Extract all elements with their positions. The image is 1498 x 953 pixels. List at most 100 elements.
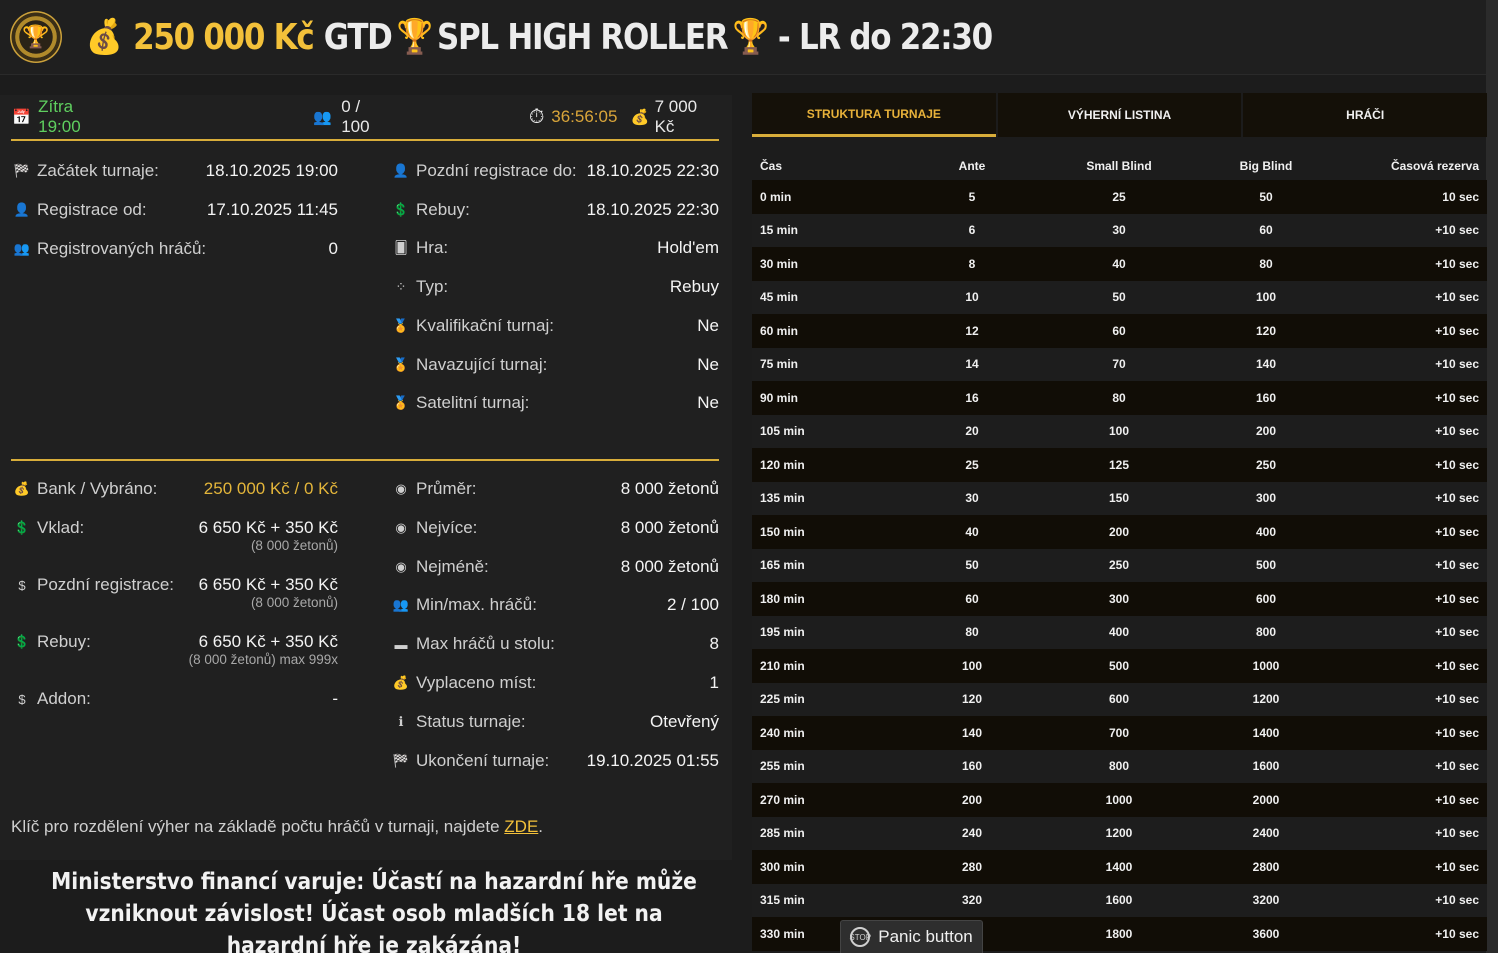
money-row: $ Addon: - <box>11 688 338 710</box>
users-icon: 👥 <box>392 597 410 613</box>
table-cell: 20 <box>965 424 979 439</box>
payout-key-link[interactable]: ZDE <box>504 817 538 836</box>
tab-payouts[interactable]: VÝHERNÍ LISTINA <box>997 93 1242 137</box>
stat-label: Průměr: <box>416 479 477 498</box>
table-cell: 300 min <box>760 859 805 874</box>
table-cell: 1400 <box>1252 725 1280 740</box>
tab-players[interactable]: HRÁČI <box>1243 93 1488 137</box>
money-subtext: (8 000 žetonů) <box>250 595 338 610</box>
detail-row: ⁘ Typ: Rebuy <box>390 276 719 298</box>
stat-row: ▬ Max hráčů u stolu: 8 <box>390 633 720 655</box>
table-cell: +10 sec <box>1435 256 1479 271</box>
table-cell: 3200 <box>1252 893 1280 908</box>
tab-bar: STRUKTURA TURNAJE VÝHERNÍ LISTINA HRÁČI <box>752 93 1488 137</box>
table-cell: 40 <box>1112 256 1126 271</box>
coin-icon: $ <box>18 691 26 707</box>
table-cell: +10 sec <box>1435 390 1479 405</box>
detail-value: 17.10.2025 11:45 <box>206 200 338 219</box>
medal-icon: 🏅 <box>392 395 410 411</box>
chip-icon: ◉ <box>395 481 407 496</box>
tab-structure[interactable]: STRUKTURA TURNAJE <box>752 93 996 137</box>
table-cell: +10 sec <box>1435 893 1479 908</box>
detail-row: 👤 Pozdní registrace do: 18.10.2025 22:30 <box>390 160 719 182</box>
detail-label: Registrace od: <box>37 200 147 219</box>
table-cell: 60 <box>965 591 979 606</box>
money-label: Rebuy: <box>37 632 91 651</box>
flag-icon: 🏁 <box>392 752 410 768</box>
money-subtext: (8 000 žetonů) <box>250 538 338 553</box>
table-cell: +10 sec <box>1435 424 1479 439</box>
detail-label: Hra: <box>416 238 449 258</box>
table-cell: 270 min <box>760 792 805 807</box>
table-cell: 125 <box>1108 457 1130 472</box>
table-cell: 100 <box>1255 290 1277 305</box>
table-row: 135 min 30 150 300 +10 sec <box>752 481 1487 515</box>
table-row: 60 min 12 60 120 +10 sec <box>752 314 1487 348</box>
detail-label: Pozdní registrace do: <box>416 161 577 180</box>
col-big-blind: Big Blind <box>1239 159 1293 173</box>
chips-icon: ⁘ <box>395 279 407 295</box>
detail-row: 🏁 Začátek turnaje: 18.10.2025 19:00 <box>11 160 338 182</box>
table-cell: 105 min <box>760 424 805 439</box>
table-row: 75 min 14 70 140 +10 sec <box>752 347 1487 381</box>
flag-icon: 🏁 <box>13 163 31 178</box>
table-cell: 140 <box>961 725 983 740</box>
table-cell: 6 <box>968 223 976 238</box>
money-row: 💰 Bank / Vybráno: 250 000 Kč / 0 Kč <box>11 478 338 500</box>
table-cell: 1000 <box>1252 658 1280 673</box>
late-reg-suffix: - LR do 22:30 <box>777 16 993 58</box>
table-row: 180 min 60 300 600 +10 sec <box>752 582 1487 616</box>
table-icon: ▬ <box>394 636 408 652</box>
detail-label: Satelitní turnaj: <box>416 393 530 413</box>
table-row: 255 min 160 800 1600 +10 sec <box>752 749 1487 783</box>
detail-value: Rebuy <box>669 277 719 297</box>
chip-icon: ◉ <box>395 558 407 574</box>
chip-icon: ◉ <box>395 519 407 535</box>
table-cell: 300 <box>1255 491 1277 506</box>
table-cell: 1200 <box>1105 826 1133 841</box>
tournament-title: 💰 250 000 Kč GTD 🏆 SPL HIGH ROLLER 🏆 - L… <box>86 16 993 58</box>
countdown: 36:56:05 <box>551 107 618 126</box>
table-cell: +10 sec <box>1435 625 1479 640</box>
table-cell: 400 <box>1255 524 1277 539</box>
table-cell: 30 <box>965 491 979 506</box>
money-label: Bank / Vybráno: <box>37 479 158 498</box>
table-cell: 80 <box>1259 256 1273 271</box>
money-row: 💲 Rebuy: 6 650 Kč + 350 Kč <box>11 631 338 653</box>
scrollbar[interactable] <box>1486 0 1498 953</box>
stat-row: ◉ Průměr: 8 000 žetonů <box>390 478 719 500</box>
table-cell: 400 <box>1108 625 1130 640</box>
money-subtext: (8 000 žetonů) max 999x <box>188 652 338 667</box>
table-cell: 120 <box>961 692 983 707</box>
table-cell: +10 sec <box>1435 558 1479 573</box>
money-value: - <box>332 689 338 708</box>
table-cell: 160 <box>1255 390 1277 405</box>
detail-row: 💲 Rebuy: 18.10.2025 22:30 <box>390 199 719 221</box>
table-row: 150 min 40 200 400 +10 sec <box>752 515 1487 549</box>
detail-value: Ne <box>697 354 719 374</box>
detail-label: Rebuy: <box>416 199 470 219</box>
users-icon: 👥 <box>313 109 332 126</box>
section-divider <box>11 459 719 461</box>
panic-button[interactable]: STOP Panic button <box>840 920 983 953</box>
table-cell: 500 <box>1255 558 1277 573</box>
table-cell: +10 sec <box>1435 658 1479 673</box>
table-row: 300 min 280 1400 2800 +10 sec <box>752 850 1487 884</box>
table-cell: 180 min <box>760 591 805 606</box>
detail-label: Začátek turnaje: <box>37 161 159 180</box>
summary-bar: 📅 Zítra 19:00 👥 0 / 100 ⏱ 36:56:05 💰 7 0… <box>11 95 719 141</box>
stat-value: Otevřený <box>650 711 719 731</box>
stat-row: ℹ Status turnaje: Otevřený <box>390 711 719 733</box>
stat-value: 19.10.2025 01:55 <box>586 750 719 770</box>
table-row: 225 min 120 600 1200 +10 sec <box>752 682 1487 716</box>
detail-label: Kvalifikační turnaj: <box>416 315 554 335</box>
table-cell: 195 min <box>760 625 805 640</box>
money-value: 6 650 Kč + 350 Kč <box>198 575 338 594</box>
table-cell: 225 min <box>760 692 805 707</box>
table-row: 15 min 6 30 60 +10 sec <box>752 213 1487 247</box>
table-cell: 8 <box>968 256 976 271</box>
detail-value: Hold'em <box>657 238 719 258</box>
table-cell: 240 <box>961 826 983 841</box>
prize-icon: 💰 <box>630 109 650 126</box>
stat-label: Min/max. hráčů: <box>416 595 537 615</box>
